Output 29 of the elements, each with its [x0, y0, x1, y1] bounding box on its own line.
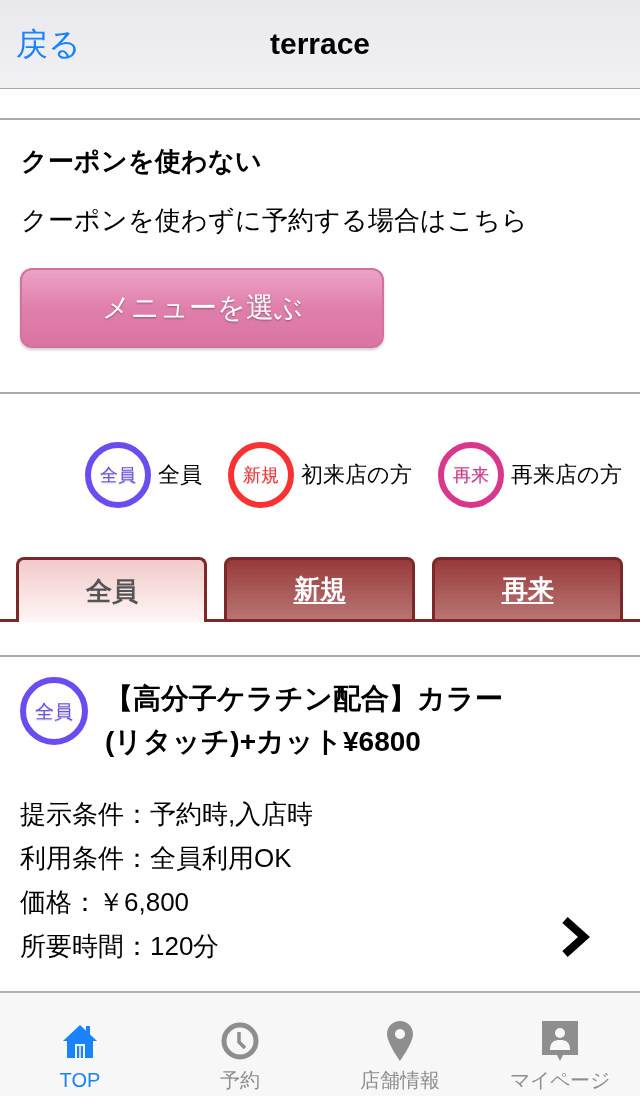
- legend-label: 再来店の方: [511, 464, 622, 486]
- category-badge: 新規: [228, 442, 294, 508]
- filter-tab[interactable]: 全員: [16, 557, 207, 622]
- chevron-right-icon[interactable]: [560, 916, 590, 958]
- legend-label: 初来店の方: [301, 464, 412, 486]
- filter-tab[interactable]: 新規: [224, 557, 415, 622]
- clock-icon: [221, 1022, 259, 1060]
- tab-bar-item[interactable]: TOP: [0, 993, 160, 1096]
- filter-tab[interactable]: 再来: [432, 557, 623, 622]
- section-description: クーポンを使わずに予約する場合はこちら: [21, 204, 528, 236]
- map-pin-icon: [387, 1021, 413, 1061]
- page-title: terrace: [269, 29, 371, 59]
- category-badge: 全員: [20, 677, 88, 745]
- coupon-detail: 価格：￥6,800: [20, 886, 191, 919]
- tab-bar-item[interactable]: マイページ: [480, 993, 640, 1096]
- coupon-title[interactable]: 【高分子ケラチン配合】カラー(リタッチ)+カット¥6800: [105, 677, 505, 763]
- category-badge: 全員: [85, 442, 151, 508]
- back-button[interactable]: 戻る: [16, 22, 81, 66]
- coupon-detail: 所要時間：120分: [20, 930, 221, 963]
- choose-menu-button[interactable]: メニューを選ぶ: [20, 268, 384, 348]
- coupon-detail: 提示条件：予約時,入店時: [20, 798, 314, 831]
- coupon-detail: 利用条件：全員利用OK: [20, 842, 293, 875]
- home-icon: [62, 1023, 98, 1059]
- tab-bar-item[interactable]: 予約: [160, 993, 320, 1096]
- section-heading: クーポンを使わない: [21, 146, 262, 177]
- profile-card-icon: [542, 1021, 578, 1061]
- tab-bar-item[interactable]: 店舗情報: [320, 993, 480, 1096]
- legend-label: 全員: [158, 464, 202, 486]
- category-badge: 再来: [438, 442, 504, 508]
